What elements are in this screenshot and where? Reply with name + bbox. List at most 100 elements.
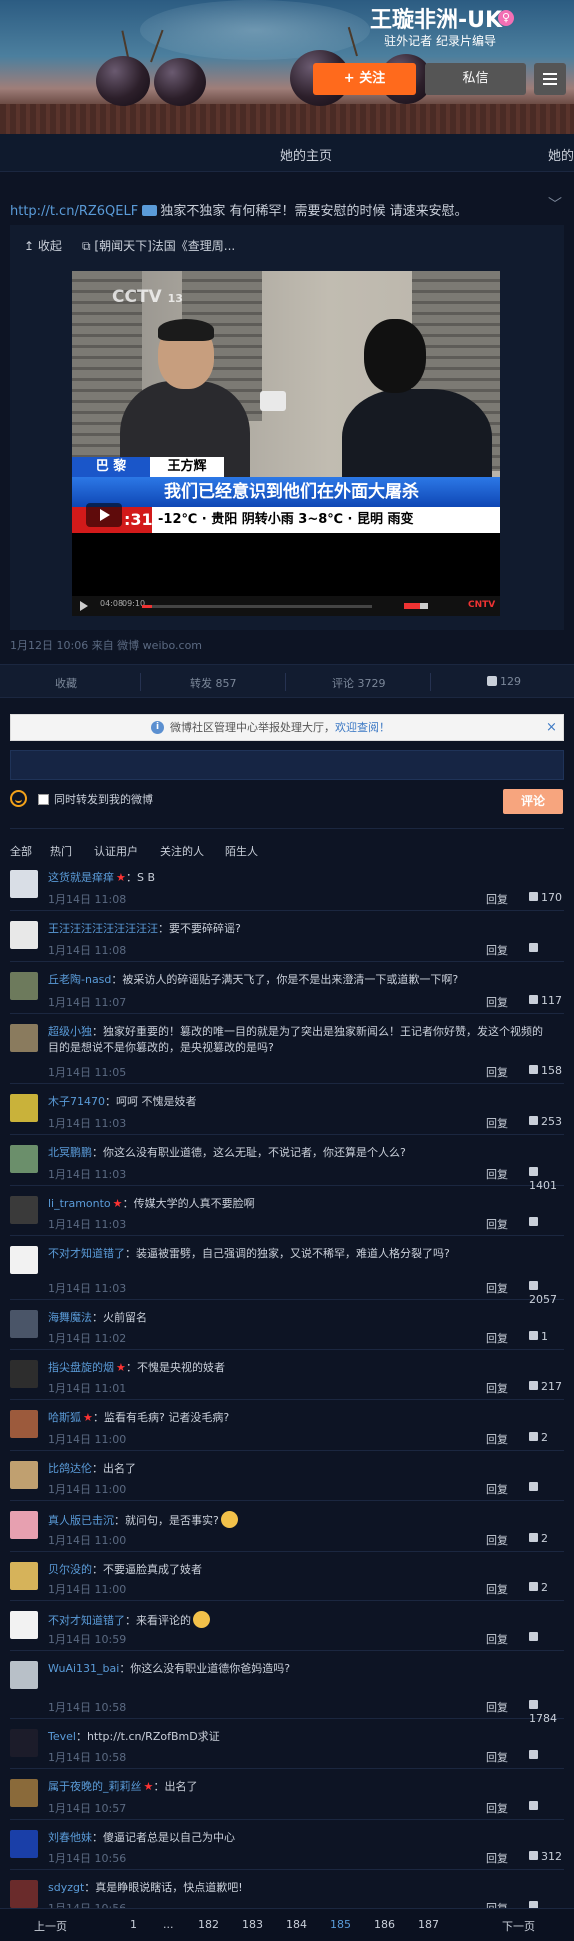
page-187[interactable]: 187 (418, 1918, 439, 1931)
avatar[interactable] (10, 1661, 38, 1689)
page-185-current[interactable]: 185 (330, 1918, 351, 1931)
play-icon[interactable] (86, 503, 122, 527)
comment-username[interactable]: Tevel (48, 1730, 76, 1743)
comment-username[interactable]: WuAi131_bai (48, 1662, 119, 1675)
filter-verified[interactable]: 认证用户 (94, 843, 138, 859)
reply-button[interactable]: 回复 (486, 942, 508, 958)
forward-checkbox[interactable] (38, 794, 49, 805)
post-link[interactable]: http://t.cn/RZ6QELF (10, 204, 138, 219)
comment-username[interactable]: 比鸽达伦 (48, 1462, 92, 1475)
avatar[interactable] (10, 1830, 38, 1858)
reply-button[interactable]: 回复 (486, 1532, 508, 1548)
close-icon[interactable]: × (546, 715, 557, 740)
filter-strangers[interactable]: 陌生人 (225, 843, 258, 859)
comment-username[interactable]: 哈斯狐 (48, 1411, 81, 1424)
comment-username[interactable]: 海舞魔法 (48, 1311, 92, 1324)
comment-like-button[interactable] (529, 1749, 541, 1762)
page-183[interactable]: 183 (242, 1918, 263, 1931)
reply-button[interactable]: 回复 (486, 1330, 508, 1346)
comment-username[interactable]: 刘春他妹 (48, 1831, 92, 1844)
reply-button[interactable]: 回复 (486, 1166, 508, 1182)
reply-button[interactable]: 回复 (486, 1581, 508, 1597)
prev-page-button[interactable]: 上一页 (34, 1918, 67, 1934)
comment-like-button[interactable] (529, 1800, 541, 1813)
avatar[interactable] (10, 1310, 38, 1338)
avatar[interactable] (10, 1729, 38, 1757)
avatar[interactable] (10, 1145, 38, 1173)
reply-button[interactable]: 回复 (486, 1749, 508, 1765)
forward-button[interactable]: 转发 857 (190, 675, 237, 691)
comment-like-button[interactable]: 158 (529, 1064, 562, 1077)
reply-button[interactable]: 回复 (486, 1850, 508, 1866)
nav-more[interactable]: 她的 (548, 145, 574, 164)
reply-button[interactable]: 回复 (486, 1115, 508, 1131)
video-player[interactable]: CCTV 13 巴 黎 王方辉 我们已经意识到他们在外面大屠杀 :31 -12℃… (72, 271, 500, 616)
avatar[interactable] (10, 870, 38, 898)
avatar[interactable] (10, 1779, 38, 1807)
comment-username[interactable]: 不对才知道错了 (48, 1614, 125, 1627)
comment-like-button[interactable]: 253 (529, 1115, 562, 1128)
message-button[interactable]: 私信 (425, 63, 526, 95)
comment-username[interactable]: 这货就是痒痒 (48, 871, 114, 884)
comment-username[interactable]: 超级小独 (48, 1025, 92, 1038)
reply-button[interactable]: 回复 (486, 1380, 508, 1396)
avatar[interactable] (10, 972, 38, 1000)
comment-like-button[interactable]: 217 (529, 1380, 562, 1393)
comment-username[interactable]: 北冥鹏鹏 (48, 1146, 92, 1159)
reply-button[interactable]: 回复 (486, 994, 508, 1010)
comment-username[interactable]: 丘老陶-nasd (48, 973, 111, 986)
avatar[interactable] (10, 1246, 38, 1274)
collect-button[interactable]: 收藏 (55, 675, 77, 691)
avatar[interactable] (10, 1410, 38, 1438)
comment-username[interactable]: 指尖盘旋的烟 (48, 1361, 114, 1374)
page-182[interactable]: 182 (198, 1918, 219, 1931)
avatar[interactable] (10, 1094, 38, 1122)
menu-button[interactable] (534, 63, 566, 95)
page-184[interactable]: 184 (286, 1918, 307, 1931)
reply-button[interactable]: 回复 (486, 1481, 508, 1497)
comment-username[interactable]: sdyzgt (48, 1881, 84, 1894)
comment-button[interactable]: 评论 3729 (332, 675, 386, 691)
like-button[interactable]: 129 (487, 675, 521, 688)
comment-like-button[interactable] (529, 1631, 541, 1644)
comment-username[interactable]: 属于夜晚的_莉莉丝 (48, 1780, 142, 1793)
avatar[interactable] (10, 1511, 38, 1539)
source-link[interactable]: ⧉ [朝闻天下]法国《查理周... (82, 237, 235, 254)
comment-like-button[interactable]: 2 (529, 1581, 548, 1594)
avatar[interactable] (10, 1024, 38, 1052)
notice-link[interactable]: 欢迎查阅！ (335, 721, 390, 734)
comment-like-button[interactable]: 2 (529, 1532, 548, 1545)
progress-bar[interactable] (142, 605, 372, 608)
emoji-icon[interactable] (10, 790, 27, 807)
avatar[interactable] (10, 1360, 38, 1388)
collapse-button[interactable]: ↥ 收起 (24, 237, 62, 254)
reply-button[interactable]: 回复 (486, 1064, 508, 1080)
reply-button[interactable]: 回复 (486, 1631, 508, 1647)
avatar[interactable] (10, 1562, 38, 1590)
page-1[interactable]: 1 (130, 1918, 137, 1931)
reply-button[interactable]: 回复 (486, 1699, 508, 1715)
reply-button[interactable]: 回复 (486, 1800, 508, 1816)
nav-home[interactable]: 她的主页 (280, 145, 332, 164)
avatar[interactable] (10, 1196, 38, 1224)
avatar[interactable] (10, 1880, 38, 1908)
filter-all[interactable]: 全部 (10, 843, 32, 859)
chevron-down-icon[interactable]: ﹀ (548, 194, 562, 214)
filter-hot[interactable]: 热门 (50, 843, 72, 859)
avatar[interactable] (10, 921, 38, 949)
follow-button[interactable]: + 关注 (313, 63, 416, 95)
comment-like-button[interactable]: 117 (529, 994, 562, 1007)
page-186[interactable]: 186 (374, 1918, 395, 1931)
comment-username[interactable]: 不对才知道错了 (48, 1247, 125, 1260)
comment-like-button[interactable] (529, 942, 541, 955)
comment-username[interactable]: 真人版已击沉 (48, 1514, 114, 1527)
comment-like-button[interactable]: 170 (529, 891, 562, 904)
volume-slider[interactable] (404, 603, 428, 609)
comment-username[interactable]: li_tramonto (48, 1197, 111, 1210)
next-page-button[interactable]: 下一页 (502, 1918, 535, 1934)
reply-button[interactable]: 回复 (486, 1216, 508, 1232)
comment-username[interactable]: 王汪汪汪汪汪汪汪汪汪 (48, 922, 158, 935)
comment-input[interactable] (10, 750, 564, 780)
reply-button[interactable]: 回复 (486, 1431, 508, 1447)
filter-following[interactable]: 关注的人 (160, 843, 204, 859)
